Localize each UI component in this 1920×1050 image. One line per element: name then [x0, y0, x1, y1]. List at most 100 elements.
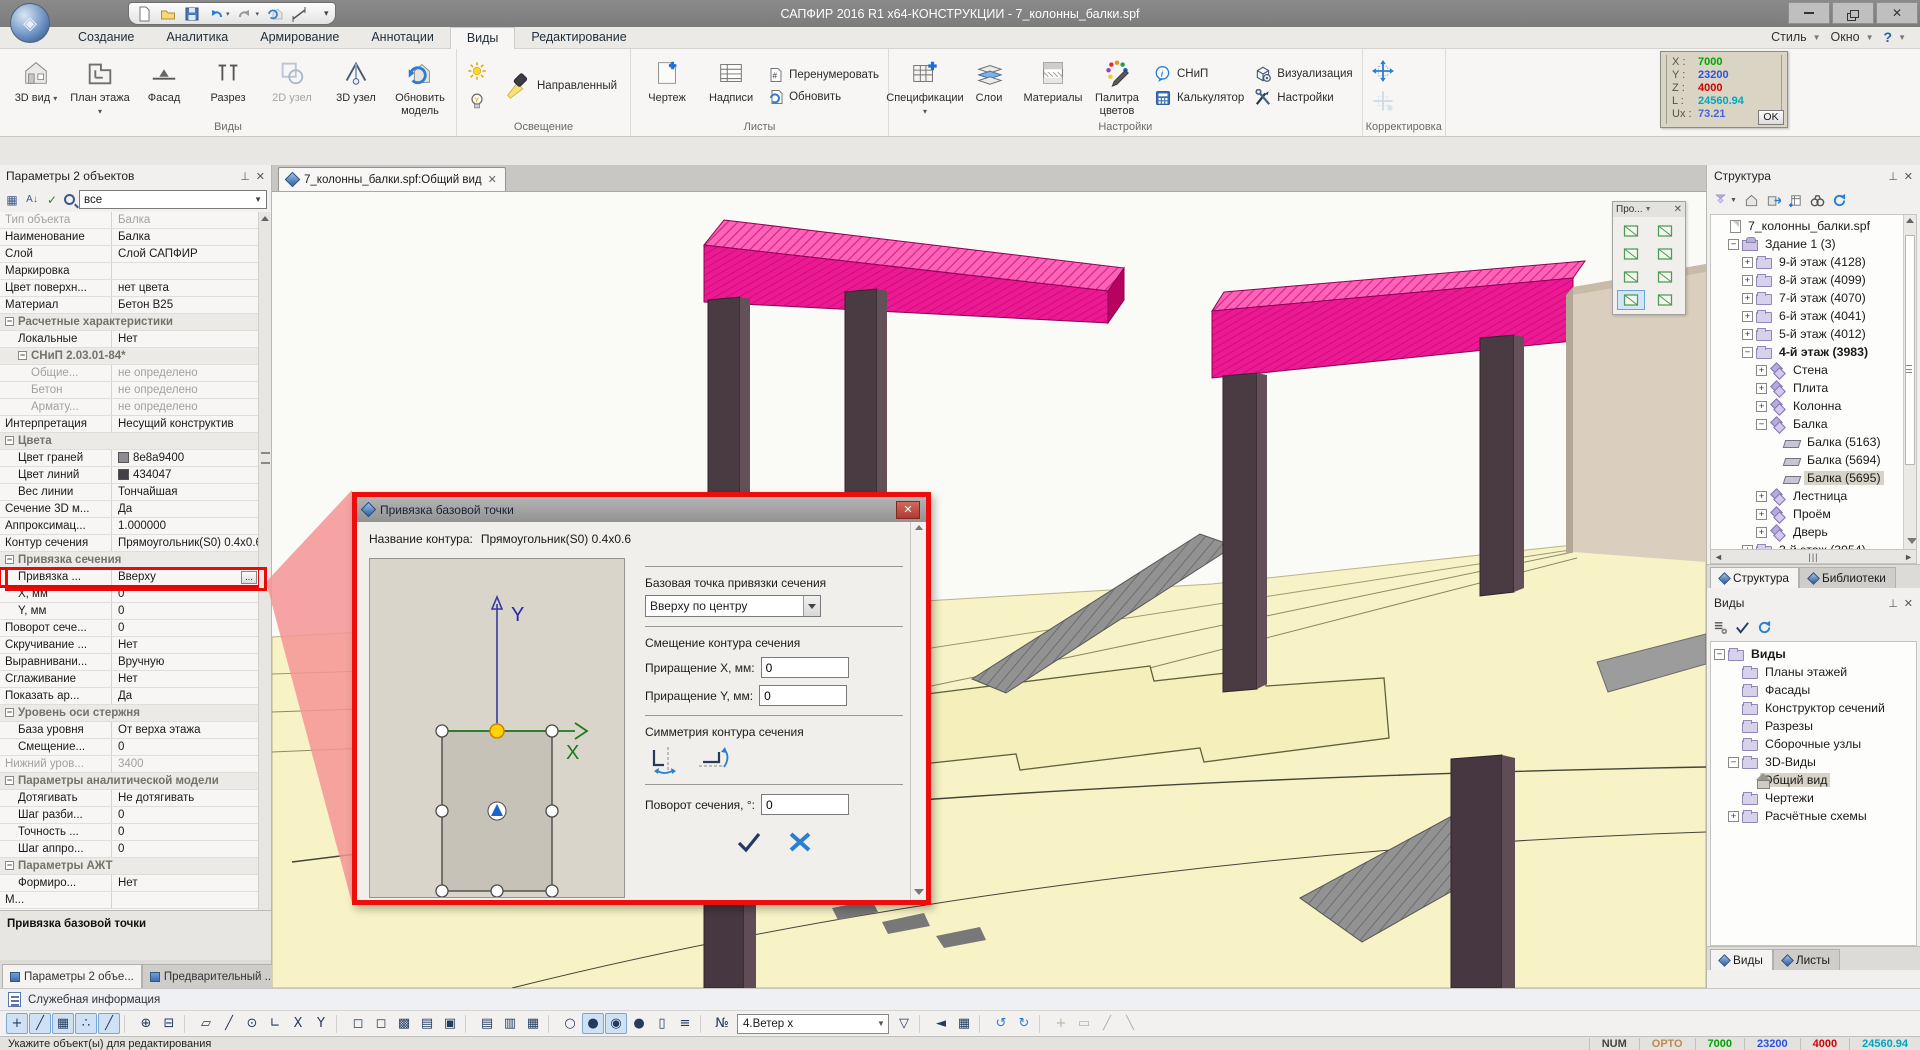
property-section[interactable]: −СНиП 2.03.01-84* [0, 348, 259, 365]
coordinates-ok-button[interactable]: OK [1758, 110, 1784, 125]
structure-tree-item[interactable]: +8-й этаж (4099) [1714, 271, 1916, 289]
чертеж-button[interactable]: Чертеж [636, 52, 698, 120]
property-row[interactable]: Выравнивани...Вручную [0, 654, 259, 671]
light-scene-icon[interactable]: ◉ [605, 1013, 627, 1034]
library-open-icon[interactable]: ▤ [476, 1013, 498, 1034]
план-этажа-button[interactable]: План этажа ▾ [69, 52, 131, 120]
display-list-icon[interactable]: ≡ [674, 1013, 696, 1034]
menu-2[interactable]: Окно [1831, 30, 1860, 44]
orbit-ccw-icon[interactable]: ↺ [990, 1013, 1012, 1034]
quick-access-more-icon[interactable]: ▾ [324, 8, 329, 19]
view-wireframe-icon[interactable]: ◻ [347, 1013, 369, 1034]
property-section[interactable]: −Цвета [0, 433, 259, 450]
dialog-scrollbar[interactable] [910, 522, 926, 900]
перенумеровать-button[interactable]: #Перенумеровать [768, 67, 879, 83]
property-row[interactable]: Вес линииТончайшая [0, 484, 259, 501]
property-row[interactable]: Общие...не определено [0, 365, 259, 382]
tree-expander-icon[interactable]: + [1756, 491, 1767, 502]
section-preview-canvas[interactable]: Y X [369, 558, 625, 898]
направленный-button[interactable]: Направленный [494, 52, 625, 120]
snap-grid-icon[interactable]: ▦ [52, 1013, 74, 1034]
structure-panel-tab[interactable]: Структура [1710, 567, 1799, 588]
add-to-sheet-icon[interactable] [1788, 193, 1803, 208]
lock-y-icon[interactable]: Y [310, 1013, 332, 1034]
property-row[interactable]: Нижний уров...3400 [0, 756, 259, 773]
save-file-icon[interactable] [183, 5, 200, 22]
structure-hscrollbar[interactable]: ◄|||► [1710, 550, 1917, 564]
close-button[interactable]: ✕ [1876, 2, 1918, 24]
property-row[interactable]: Показать ар...Да [0, 688, 259, 705]
слои-button[interactable]: Слои [958, 52, 1020, 120]
views-panel-tab[interactable]: Листы [1773, 949, 1840, 970]
property-row[interactable]: Сечение 3D м...Да [0, 501, 259, 518]
tree-expander-icon[interactable]: + [1728, 811, 1739, 822]
draw-circle-icon[interactable]: ⊙ [241, 1013, 263, 1034]
update-model-icon[interactable] [266, 5, 283, 22]
redo-icon[interactable] [237, 5, 254, 22]
property-row[interactable]: Маркировка [0, 263, 259, 280]
property-row[interactable]: Поворот сече...0 [0, 620, 259, 637]
projection-dimetric-icon[interactable] [1651, 290, 1679, 310]
tree-expander-icon[interactable]: − [1756, 419, 1767, 430]
measure-2-icon[interactable]: ╲ [1119, 1013, 1141, 1034]
views-tree-item[interactable]: Планы этажей [1714, 663, 1916, 681]
tree-expander-icon[interactable]: + [1742, 329, 1753, 340]
light-on-icon[interactable]: ● [582, 1013, 604, 1034]
views-tree-item[interactable]: Разрезы [1714, 717, 1916, 735]
projection-right-icon[interactable] [1651, 244, 1679, 264]
tree-expander-icon[interactable]: + [1742, 257, 1753, 268]
dx-input[interactable] [761, 657, 849, 678]
ribbon-tab-4[interactable]: Аннотации [355, 27, 449, 49]
ribbon-tab-6[interactable]: Редактирование [515, 27, 642, 49]
structure-tree-item[interactable]: 7_колонны_балки.spf [1714, 217, 1916, 235]
обновить-button[interactable]: Обновить [768, 89, 879, 105]
views-panel-tab[interactable]: Виды [1710, 949, 1773, 970]
визуализация-button[interactable]: Визуализация [1254, 65, 1352, 83]
view-shaded-icon[interactable]: ▩ [393, 1013, 415, 1034]
snap-endpoint-icon[interactable]: + [6, 1013, 28, 1034]
projection-top-icon[interactable] [1617, 221, 1645, 241]
фасад-button[interactable]: Фасад [133, 52, 195, 120]
материалы-button[interactable]: Материалы [1022, 52, 1084, 120]
structure-tree-item[interactable]: +9-й этаж (4128) [1714, 253, 1916, 271]
panel-close-icon[interactable]: ✕ [1904, 170, 1913, 183]
projection-back-icon[interactable] [1617, 267, 1645, 287]
structure-tree-item[interactable]: Балка (5694) [1714, 451, 1916, 469]
open-file-icon[interactable] [159, 5, 176, 22]
structure-tree-item[interactable]: +6-й этаж (4041) [1714, 307, 1916, 325]
document-tab-close-icon[interactable]: ✕ [488, 173, 497, 186]
projection-iso-icon[interactable] [1617, 290, 1645, 310]
калькулятор-button[interactable]: Калькулятор [1154, 89, 1244, 107]
correct-move-disabled-button[interactable] [1372, 90, 1394, 112]
measure-1-icon[interactable]: ╱ [1096, 1013, 1118, 1034]
load-case-combo[interactable]: 4.Ветер x▼ [737, 1014, 889, 1034]
views-tree-item[interactable]: +Расчётные схемы [1714, 807, 1916, 825]
correct-move-button[interactable] [1372, 60, 1394, 82]
property-row[interactable]: МатериалБетон B25 [0, 297, 259, 314]
property-row[interactable]: Армату...не определено [0, 399, 259, 416]
property-section[interactable]: −Параметры аналитической модели [0, 773, 259, 790]
structure-tree-item[interactable]: +Плита [1714, 379, 1916, 397]
structure-tree-item[interactable]: −Здание 1 (3) [1714, 235, 1916, 253]
projection-bottom-icon[interactable] [1651, 267, 1679, 287]
snap-angle-icon[interactable]: ╱ [98, 1013, 120, 1034]
view-document-icon[interactable]: ▤ [416, 1013, 438, 1034]
pin-icon[interactable]: ⊥ [240, 170, 250, 183]
pan-view-icon[interactable]: + [1050, 1013, 1072, 1034]
find-binoculars-icon[interactable] [1810, 193, 1825, 208]
door-view-icon[interactable]: ▯ [651, 1013, 673, 1034]
light-spot-icon[interactable]: ● [628, 1013, 650, 1034]
structure-tree-item[interactable]: +3-й этаж (3954) [1714, 541, 1916, 550]
views-tree-item[interactable]: Общий вид [1714, 771, 1916, 789]
property-section[interactable]: −Расчетные характеристики [0, 314, 259, 331]
select-by-filter-icon[interactable]: ◄ [930, 1013, 952, 1034]
sort-az-icon[interactable]: A↓ [24, 192, 40, 208]
3d-вид-button[interactable]: 3D вид ▾ [5, 52, 67, 120]
library-closed-icon[interactable]: ▥ [499, 1013, 521, 1034]
app-logo-icon[interactable]: ◈ [10, 3, 50, 43]
perpendicular-mode-icon[interactable]: ∟ [264, 1013, 286, 1034]
property-row[interactable]: Формиро...Нет [0, 875, 259, 892]
go-home-icon[interactable] [1744, 193, 1759, 208]
menu-3[interactable]: ? [1884, 29, 1893, 45]
lock-x-icon[interactable]: X [287, 1013, 309, 1034]
